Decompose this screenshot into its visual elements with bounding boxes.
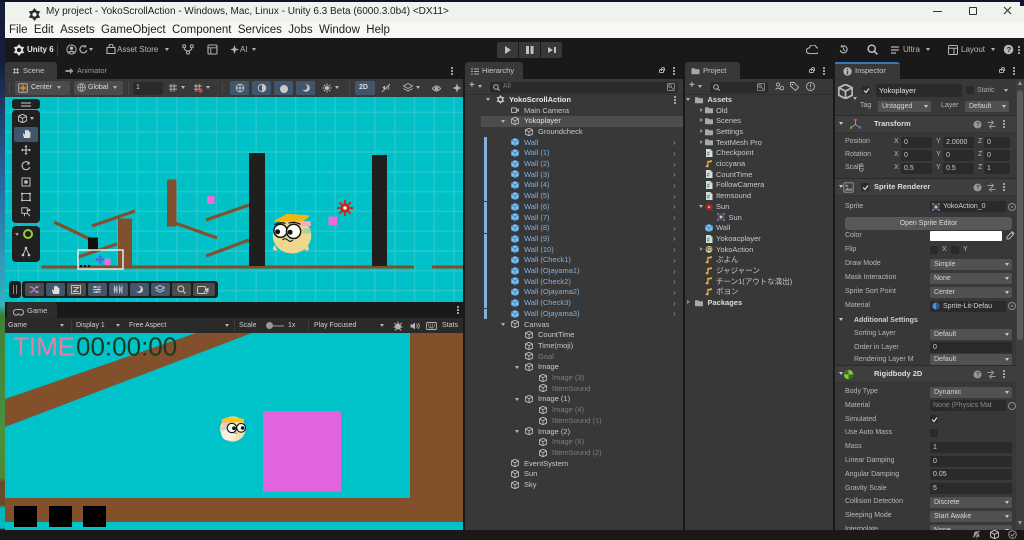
svg-text:00:00:00: 00:00:00: [76, 333, 177, 362]
svg-text:?: ?: [976, 122, 980, 129]
svg-text:?: ?: [976, 372, 980, 379]
svg-text:?: ?: [976, 185, 980, 192]
svg-text:TIME: TIME: [13, 333, 75, 362]
svg-text:?: ?: [1007, 45, 1012, 54]
